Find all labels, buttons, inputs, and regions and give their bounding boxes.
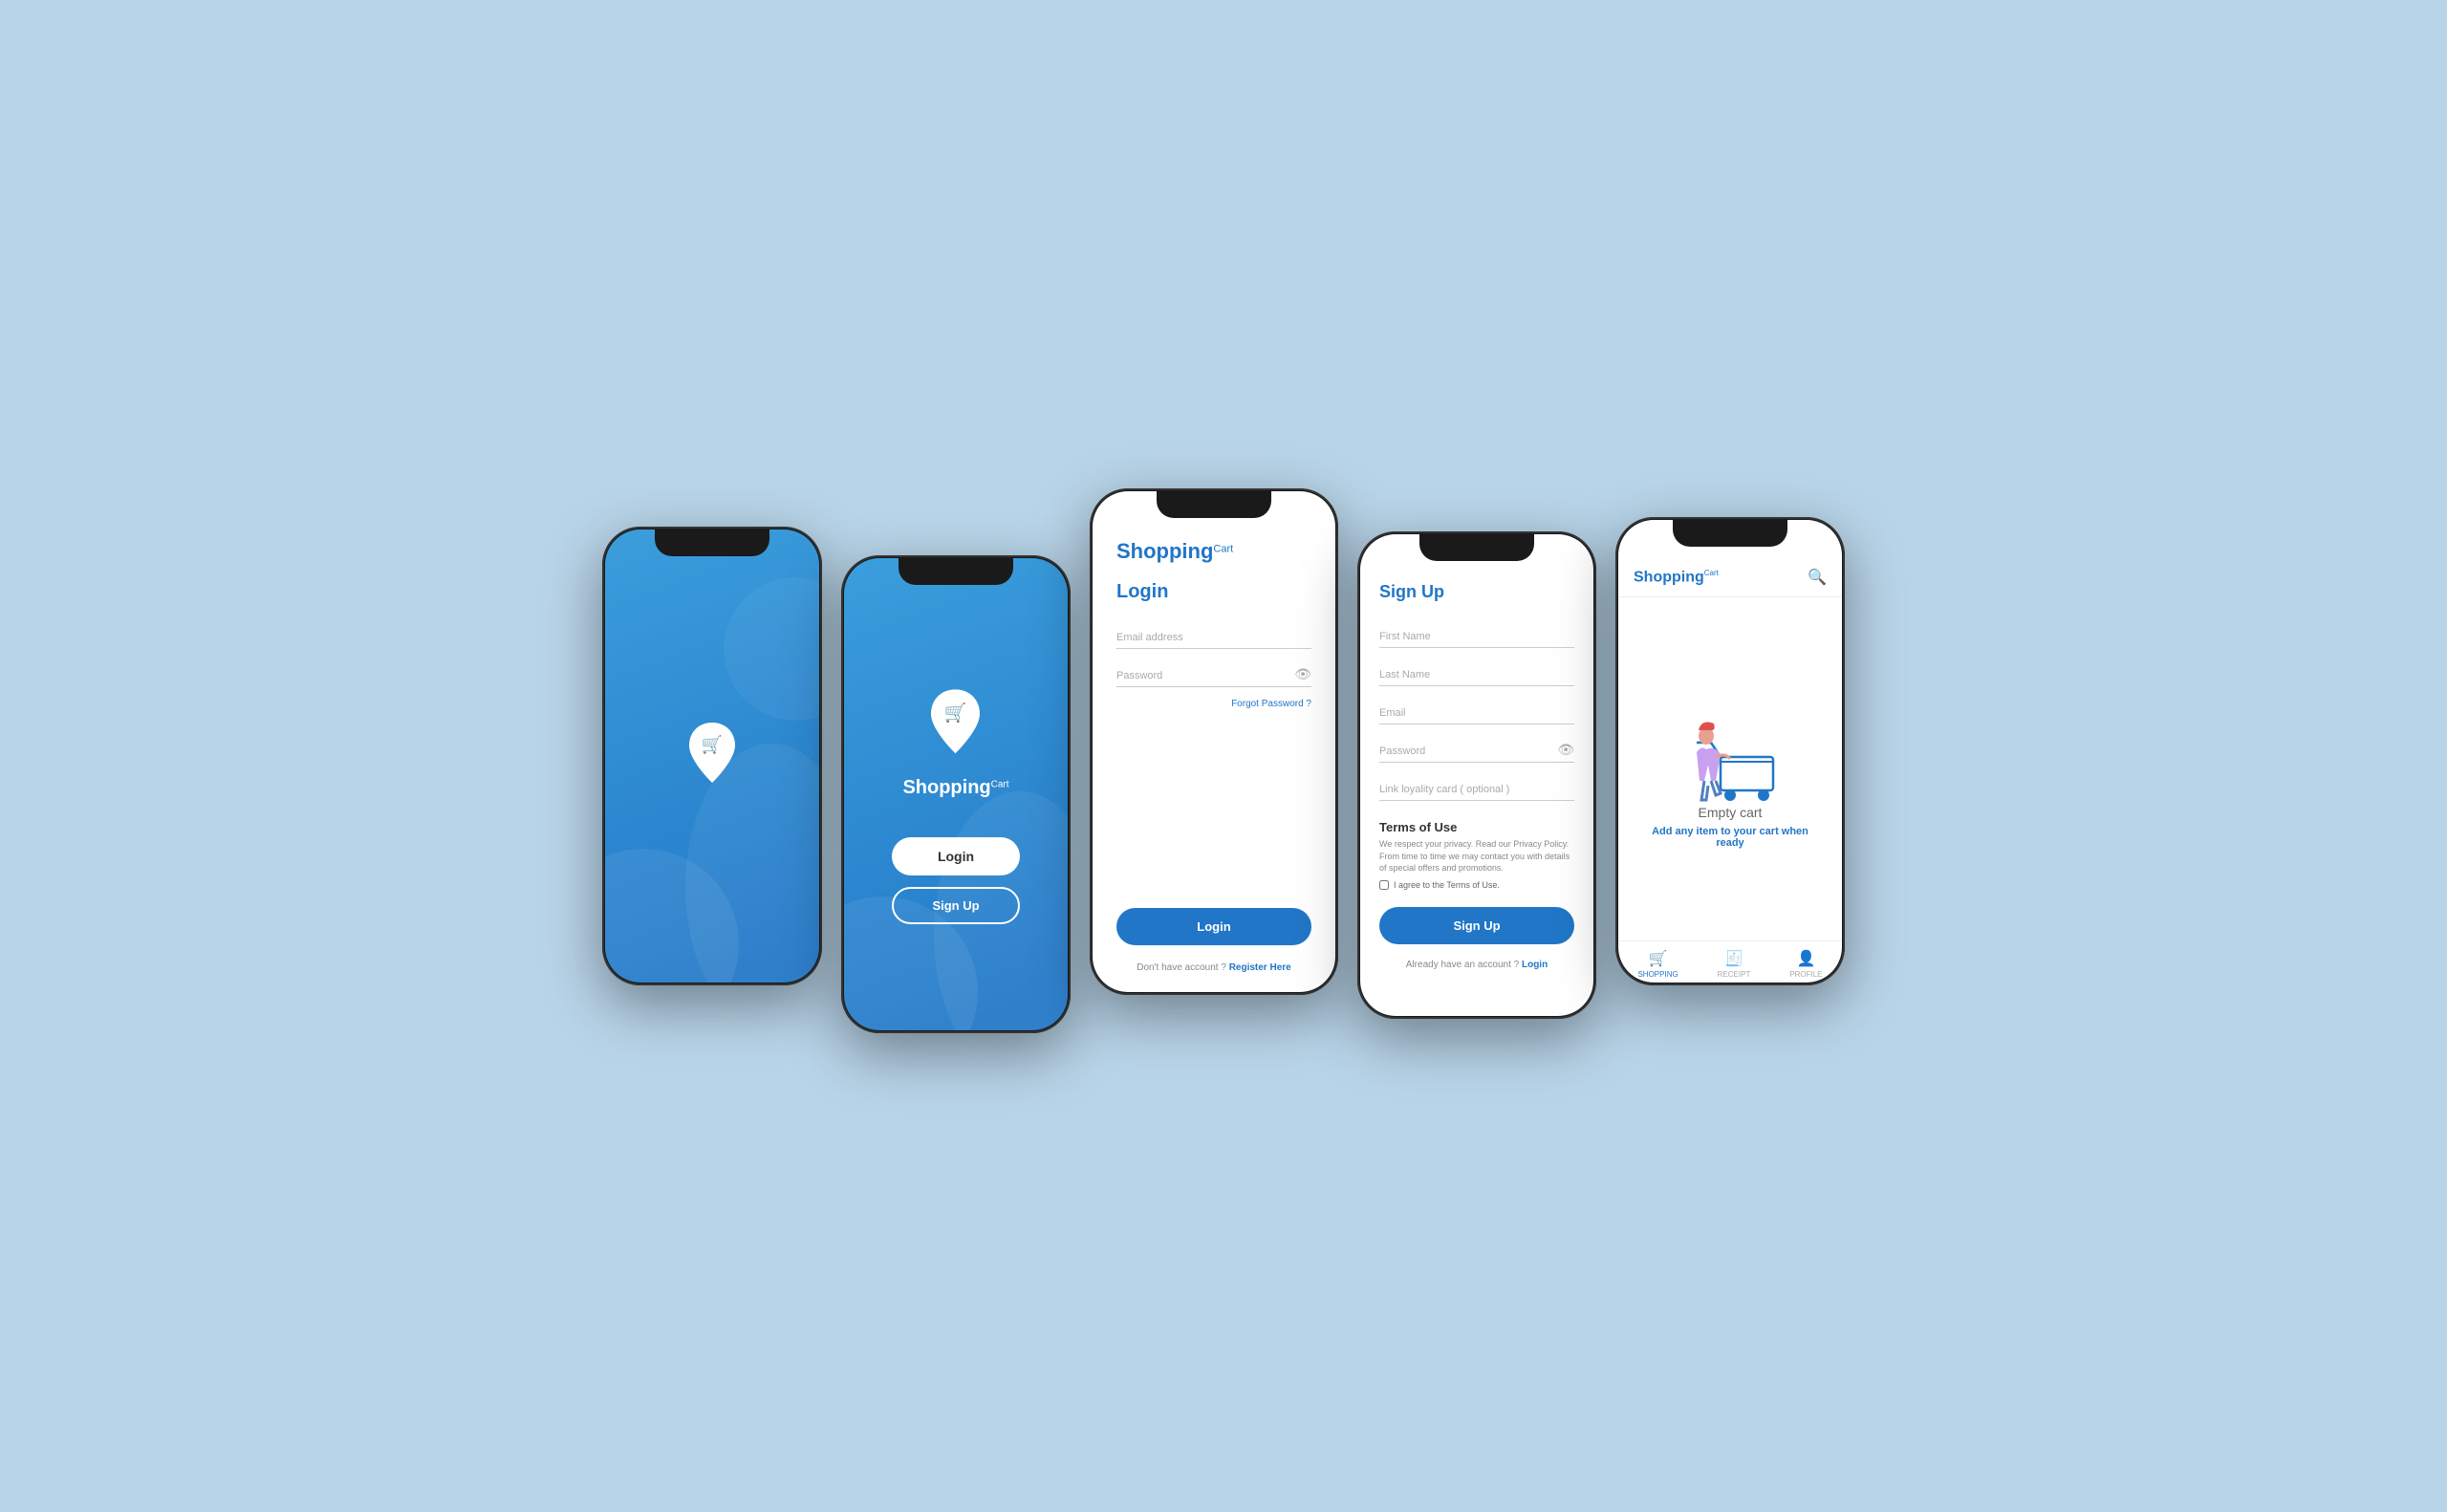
password-eye-icon[interactable]: 👁: [1294, 666, 1311, 682]
signup-loyalty-input[interactable]: [1379, 774, 1574, 801]
already-account-text: Already have an account ? Login: [1379, 960, 1574, 970]
signup-title: Sign Up: [1379, 582, 1574, 602]
terms-agree-label: I agree to the Terms of Use.: [1394, 880, 1500, 890]
register-link-text: Don't have account ? Register Here: [1116, 962, 1311, 973]
welcome-login-button[interactable]: Login: [892, 837, 1020, 875]
terms-text: We respect your privacy. Read our Privac…: [1379, 838, 1574, 875]
signup-password-wrapper: 👁: [1379, 736, 1574, 774]
phone-splash: 🛒: [602, 527, 822, 985]
terms-section: Terms of Use We respect your privacy. Re…: [1379, 820, 1574, 890]
nav-receipt[interactable]: 🧾 RECEIPT: [1718, 949, 1751, 979]
notch: [655, 529, 769, 556]
notch-2: [899, 558, 1013, 585]
svg-text:🛒: 🛒: [944, 702, 967, 724]
signup-email-input[interactable]: [1379, 698, 1574, 724]
empty-cart-subtitle: Add any item to your cart when ready: [1637, 826, 1823, 849]
welcome-buttons-area: Login Sign Up: [882, 837, 1029, 924]
signup-eye-icon[interactable]: 👁: [1557, 742, 1574, 758]
login-title: Login: [1116, 581, 1311, 603]
signup-password-input[interactable]: [1379, 736, 1574, 763]
notch-5: [1673, 520, 1787, 547]
welcome-signup-button[interactable]: Sign Up: [892, 887, 1020, 924]
signup-submit-button[interactable]: Sign Up: [1379, 907, 1574, 944]
welcome-pin-icon: 🛒: [922, 684, 989, 766]
login-password-input[interactable]: [1116, 660, 1311, 687]
phone-cart: ShoppingCart 🔍: [1615, 517, 1845, 985]
register-here-link[interactable]: Register Here: [1229, 962, 1291, 973]
login-password-wrapper: 👁: [1116, 660, 1311, 699]
welcome-app-super: Cart: [991, 779, 1009, 789]
login-submit-button[interactable]: Login: [1116, 908, 1311, 945]
signup-lastname-input[interactable]: [1379, 659, 1574, 686]
nav-profile[interactable]: 👤 PROFILE: [1789, 949, 1822, 979]
receipt-icon: 🧾: [1724, 949, 1743, 968]
cart-app-super: Cart: [1704, 569, 1719, 577]
notch-3: [1157, 491, 1271, 518]
welcome-app-name: Shopping: [902, 777, 990, 798]
notch-4: [1419, 534, 1534, 561]
nav-profile-label: PROFILE: [1789, 970, 1822, 979]
phone-signup-screen: Sign Up 👁 Terms of Use We respect your p…: [1360, 534, 1593, 1016]
nav-receipt-label: RECEIPT: [1718, 970, 1751, 979]
phone-splash-screen: 🛒: [605, 529, 819, 983]
phone-welcome-screen: 🛒 ShoppingCart Login Sign Up: [844, 558, 1068, 1030]
login-app-super: Cart: [1213, 544, 1233, 555]
terms-checkbox[interactable]: [1379, 880, 1389, 890]
svg-text:🛒: 🛒: [701, 734, 722, 754]
empty-cart-title: Empty cart: [1699, 805, 1763, 820]
profile-icon: 👤: [1796, 949, 1815, 968]
bottom-nav: 🛒 SHOPPING 🧾 RECEIPT 👤 PROFILE: [1618, 940, 1842, 983]
terms-title: Terms of Use: [1379, 820, 1574, 834]
phone-welcome: 🛒 ShoppingCart Login Sign Up: [841, 555, 1071, 1033]
nav-shopping-label: SHOPPING: [1637, 970, 1678, 979]
search-icon[interactable]: 🔍: [1808, 568, 1827, 587]
forgot-password-link[interactable]: Forgot Password ?: [1116, 699, 1311, 709]
terms-agree-row: I agree to the Terms of Use.: [1379, 880, 1574, 890]
phone-login: ShoppingCart Login 👁 Forgot Password ? L…: [1090, 488, 1338, 995]
signup-firstname-input[interactable]: [1379, 621, 1574, 648]
phone-cart-screen: ShoppingCart 🔍: [1618, 520, 1842, 983]
empty-cart-illustration: [1668, 690, 1792, 805]
login-app-name: Shopping: [1116, 539, 1213, 563]
login-email-input[interactable]: [1116, 622, 1311, 649]
phone-signup: Sign Up 👁 Terms of Use We respect your p…: [1357, 531, 1596, 1019]
nav-shopping[interactable]: 🛒 SHOPPING: [1637, 949, 1678, 979]
cart-body: Empty cart Add any item to your cart whe…: [1618, 597, 1842, 940]
login-link[interactable]: Login: [1522, 960, 1548, 970]
cart-app-name: Shopping: [1634, 569, 1704, 585]
welcome-logo-area: 🛒 ShoppingCart: [902, 684, 1008, 799]
phone-login-screen: ShoppingCart Login 👁 Forgot Password ? L…: [1093, 491, 1335, 992]
shopping-icon: 🛒: [1649, 949, 1668, 968]
